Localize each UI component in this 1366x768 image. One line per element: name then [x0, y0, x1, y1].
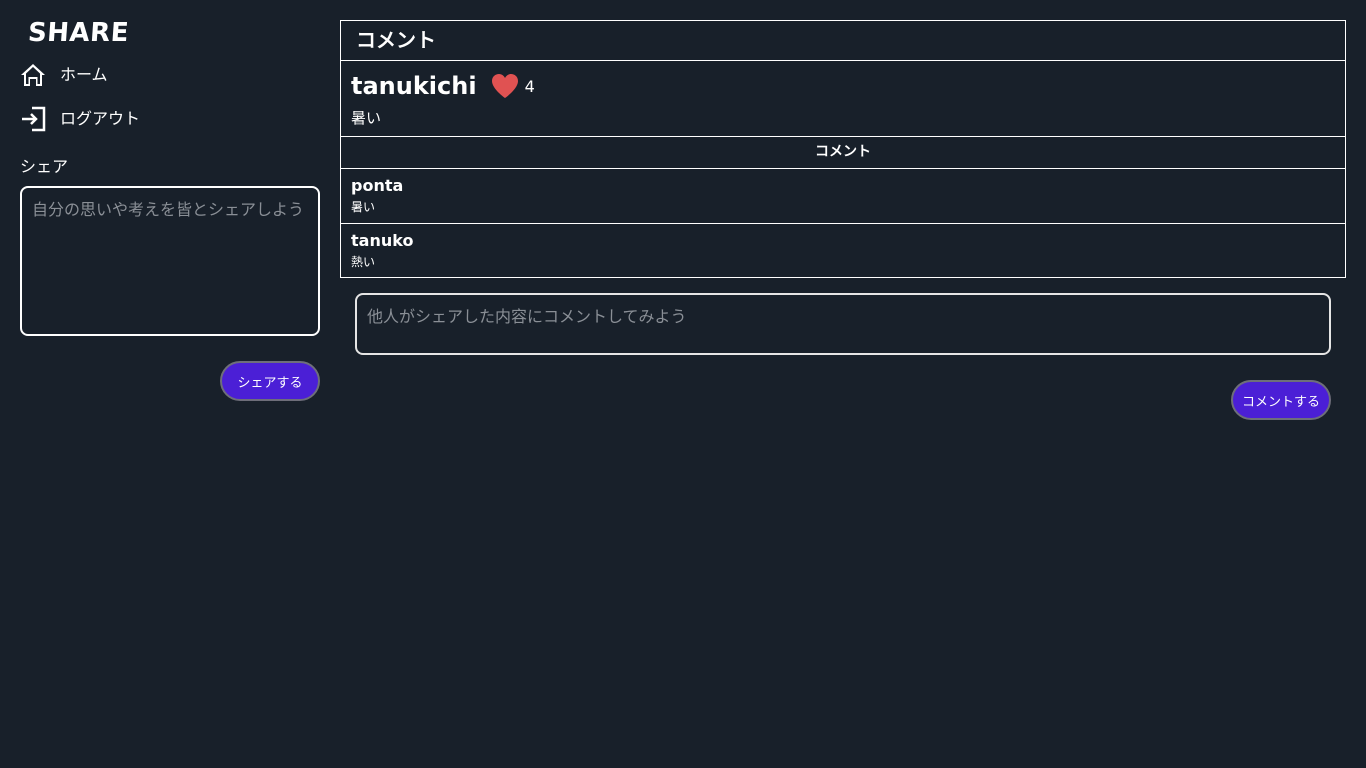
comment-button[interactable]: コメントする: [1231, 380, 1331, 420]
comment-panel: コメント tanukichi 4 暑い コメント ponta 暑い tanuko…: [340, 20, 1346, 278]
post-text: 暑い: [351, 109, 382, 127]
nav-label-logout: ログアウト: [60, 109, 141, 128]
app-logo: SHARE: [26, 18, 130, 48]
logout-icon: [22, 106, 46, 132]
share-input[interactable]: [20, 186, 320, 336]
share-heading: シェア: [20, 157, 69, 176]
post-username: tanukichi: [351, 72, 477, 100]
post: tanukichi 4 暑い: [341, 61, 1345, 137]
comment-item: ponta 暑い: [341, 169, 1345, 224]
comment-username: ponta: [351, 176, 404, 195]
nav-item-logout[interactable]: ログアウト: [20, 105, 140, 133]
comment-item: tanuko 熱い: [341, 224, 1345, 277]
nav-label-home: ホーム: [60, 65, 108, 84]
comment-username: tanuko: [351, 231, 414, 250]
post-header: tanukichi 4: [351, 69, 1335, 103]
page-title: コメント: [341, 21, 1345, 61]
heart-icon[interactable]: [491, 73, 519, 99]
nav-item-home[interactable]: ホーム: [20, 61, 108, 89]
home-icon: [21, 64, 45, 86]
share-button[interactable]: シェアする: [220, 361, 320, 401]
comment-text: 暑い: [351, 200, 376, 214]
like-count: 4: [524, 76, 535, 96]
comment-text: 熱い: [351, 255, 376, 269]
comment-input[interactable]: [355, 293, 1331, 355]
main-content: コメント tanukichi 4 暑い コメント ponta 暑い tanuko…: [340, 20, 1346, 420]
comments-heading: コメント: [341, 137, 1345, 169]
